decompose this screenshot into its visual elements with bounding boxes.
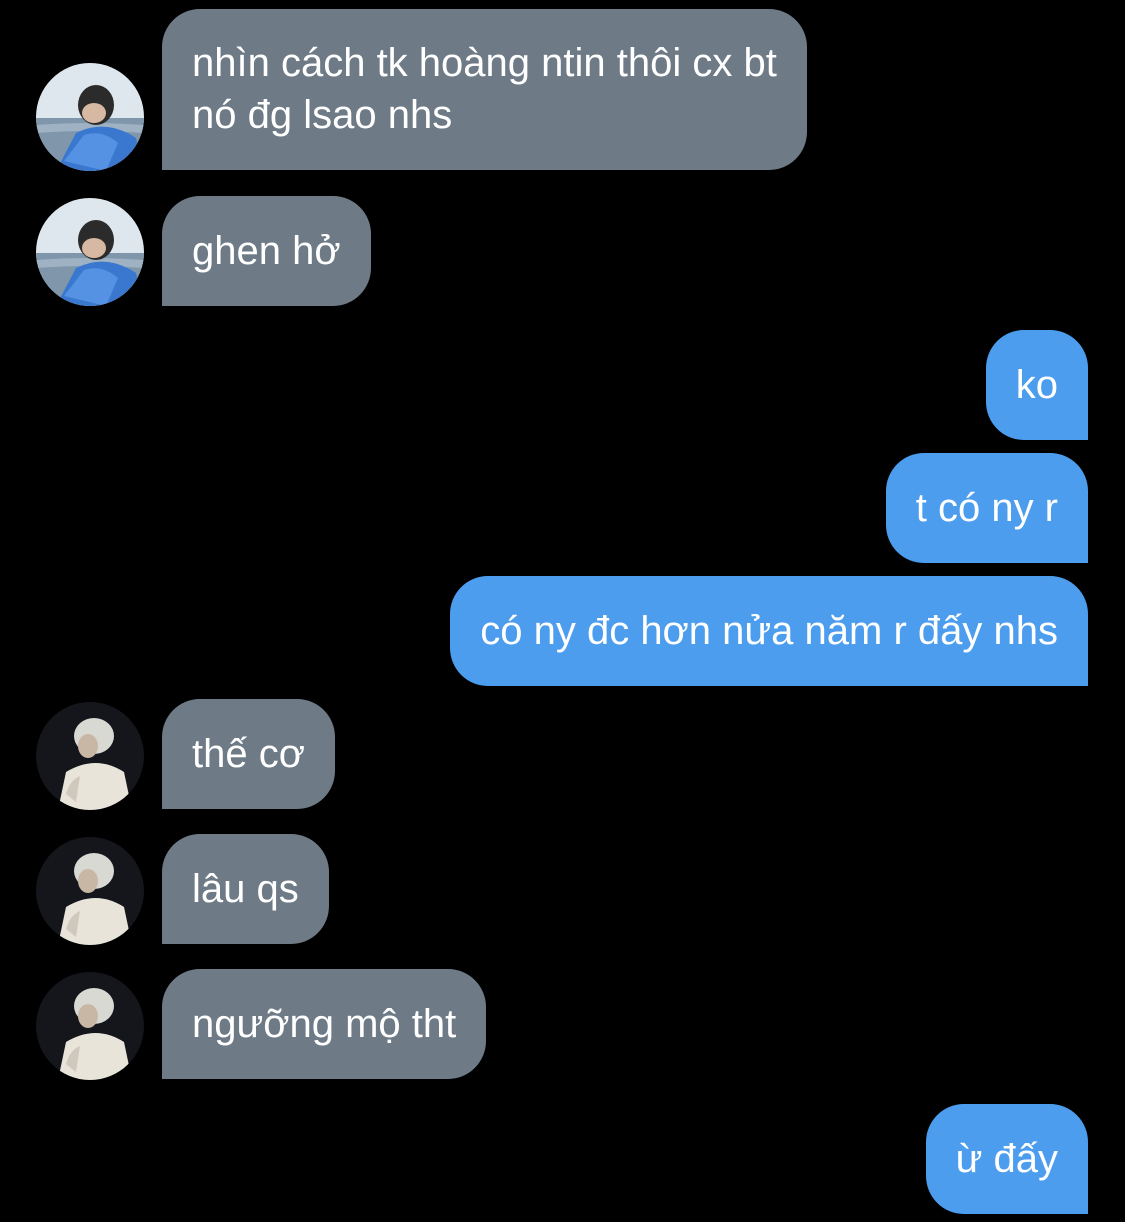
message-text-line: nó đg lsao nhs xyxy=(192,93,453,137)
avatar[interactable] xyxy=(36,198,144,306)
avatar-light-hair-photo-icon xyxy=(36,972,144,1080)
message-bubble[interactable]: có ny đc hơn nửa năm r đấy nhs xyxy=(450,576,1088,686)
message-bubble[interactable]: nhìn cách tk hoàng ntin thôi cx bt nó đg… xyxy=(162,9,807,170)
avatar[interactable] xyxy=(36,972,144,1080)
message-bubble[interactable]: lâu qs xyxy=(162,834,329,944)
avatar-light-hair-photo-icon xyxy=(36,837,144,945)
avatar-light-hair-photo-icon xyxy=(36,702,144,810)
message-text: ngưỡng mộ tht xyxy=(192,1002,457,1046)
message-text: t có ny r xyxy=(915,486,1058,530)
message-bubble[interactable]: ko xyxy=(985,330,1088,440)
message-text: có ny đc hơn nửa năm r đấy nhs xyxy=(480,609,1058,653)
message-bubble[interactable]: ừ đấy xyxy=(925,1104,1088,1214)
message-text: ko xyxy=(1015,363,1058,407)
message-bubble[interactable]: ghen hở xyxy=(162,196,371,306)
avatar[interactable] xyxy=(36,702,144,810)
message-text: ừ đấy xyxy=(955,1137,1058,1181)
message-bubble[interactable]: ngưỡng mộ tht xyxy=(162,969,487,1079)
message-bubble[interactable]: t có ny r xyxy=(885,453,1088,563)
message-text: ghen hở xyxy=(192,229,341,273)
avatar-sea-photo-icon xyxy=(36,198,144,306)
avatar[interactable] xyxy=(36,63,144,171)
message-text: thế cơ xyxy=(192,732,305,776)
avatar-sea-photo-icon xyxy=(36,63,144,171)
message-bubble[interactable]: thế cơ xyxy=(162,699,335,809)
message-text: lâu qs xyxy=(192,867,299,911)
message-text-line: nhìn cách tk hoàng ntin thôi cx bt xyxy=(192,41,777,85)
avatar[interactable] xyxy=(36,837,144,945)
